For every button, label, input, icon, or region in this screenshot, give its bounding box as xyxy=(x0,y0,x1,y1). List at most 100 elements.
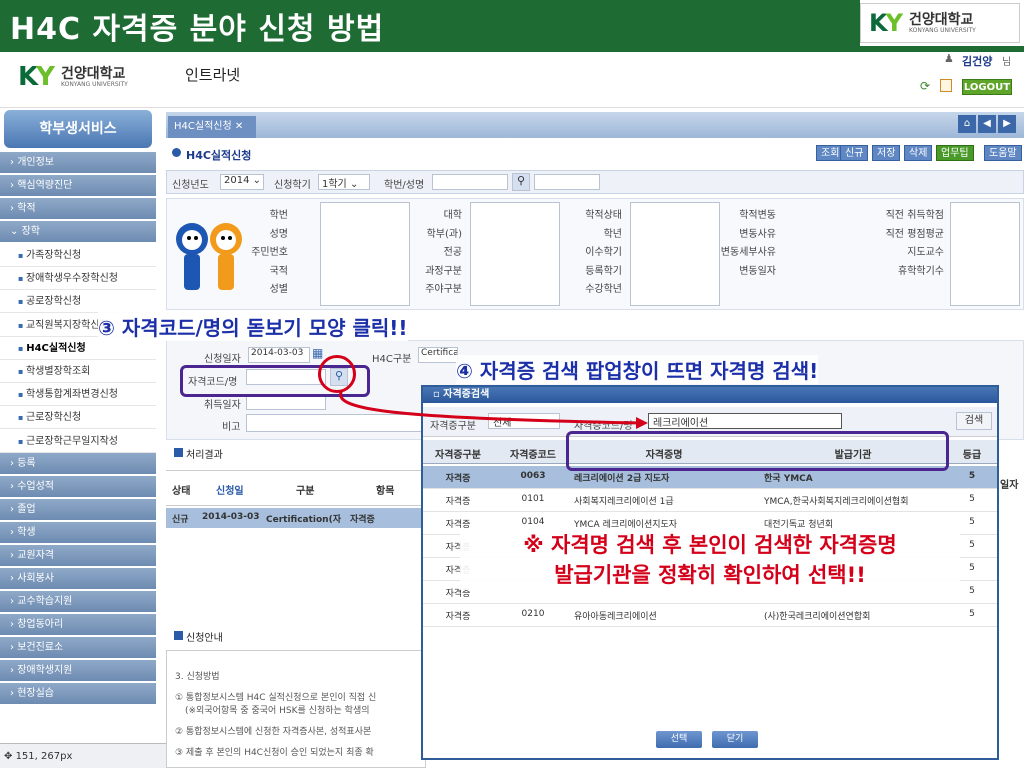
remark-label: 비고 xyxy=(222,422,241,433)
popup-cell: 자격증 xyxy=(445,474,471,484)
logo-text: 건양대학교 xyxy=(909,11,974,28)
sidebar-item[interactable]: › 학적 xyxy=(0,198,156,220)
next-icon[interactable]: ▶ xyxy=(998,115,1016,133)
sidebar-item[interactable]: › 등록 xyxy=(0,452,156,475)
annotation-step3: ③ 자격코드/명의 돋보기 모양 클릭!! xyxy=(98,312,408,341)
sidebar-item[interactable]: › 장애학생지원 xyxy=(0,659,156,682)
refresh-icon[interactable]: ⟳ xyxy=(920,79,930,93)
user-suffix: 님 xyxy=(1002,57,1012,68)
info-label: 지도교수 xyxy=(907,247,944,258)
popup-row[interactable]: 자격증 0210 유아아동레크리에이션 (사)한국레크리에이션연합회 5 xyxy=(423,604,997,627)
popup-select-button[interactable]: 선택 xyxy=(656,731,702,748)
sidebar-item[interactable]: 가족장학신청 xyxy=(0,244,156,267)
info-label: 주야구분 xyxy=(425,284,462,295)
slide-title: H4C 자격증 분야 신청 방법 xyxy=(0,0,860,47)
result-bullet-icon xyxy=(174,448,183,457)
result-col-item: 항목 xyxy=(376,486,395,497)
logo-en: KONYANG UNIVERSITY xyxy=(909,26,976,34)
sidebar-item-label: H4C실적신청 xyxy=(26,342,86,354)
sidebar-item[interactable]: › 졸업 xyxy=(0,498,156,521)
sidebar-item-label: 장학 xyxy=(21,226,40,237)
sidebar-item[interactable]: › 학생 xyxy=(0,521,156,544)
sidebar-item[interactable]: 공로장학신청 xyxy=(0,290,156,314)
guide-line: ① 통합정보시스템 H4C 실적신청으로 본인이 직접 신 xyxy=(175,693,377,703)
popup-close-button[interactable]: 닫기 xyxy=(712,731,758,748)
info-label: 변동일자 xyxy=(739,265,776,277)
tab-label: H4C실적신청 xyxy=(174,121,232,132)
student-name-input[interactable] xyxy=(534,174,600,190)
sidebar-item-label: 등록 xyxy=(17,457,36,469)
toolbar-button[interactable]: 신규 xyxy=(840,145,869,161)
popup-cell: YMCA 레크리에이션지도자 xyxy=(574,520,678,530)
info-value-box xyxy=(320,202,410,306)
toolbar-button[interactable]: 업무팁 xyxy=(936,145,974,161)
info-label: 변동사유 xyxy=(739,228,776,240)
sidebar-item[interactable]: › 핵심역량진단 xyxy=(0,175,156,197)
sidebar-item[interactable]: ⌄ 장학 xyxy=(0,221,156,243)
app-logo[interactable]: KY 건양대학교 KONYANG UNIVERSITY xyxy=(18,62,128,92)
h4c-type-select[interactable]: Certifica xyxy=(418,347,458,363)
prev-icon[interactable]: ◀ xyxy=(978,115,996,133)
sidebar-item-label: 교직원복지장학신청 xyxy=(25,319,109,331)
toolbar-button[interactable]: 저장 xyxy=(872,145,901,161)
sidebar-item[interactable]: 학생별장학조회 xyxy=(0,360,156,383)
sidebar-item[interactable]: › 현장실습 xyxy=(0,682,156,705)
popup-cell: 한국 YMCA xyxy=(764,474,813,484)
toolbar-button[interactable]: 삭제 xyxy=(904,145,933,161)
sidebar-item[interactable]: › 사회봉사 xyxy=(0,567,156,590)
sidebar-item-label: 근로장학신청 xyxy=(25,412,82,424)
sidebar-item[interactable]: 학생통합계좌변경신청 xyxy=(0,383,156,407)
result-type: Certification(자 xyxy=(266,515,341,525)
info-label: 변동세부사유 xyxy=(720,247,776,258)
result-col-extra: 일자 xyxy=(1000,480,1019,491)
popup-cell: 0101 xyxy=(521,494,545,504)
memo-icon[interactable] xyxy=(940,79,952,92)
user-name: 김건양 xyxy=(962,55,993,68)
sidebar-item[interactable]: › 교원자격 xyxy=(0,544,156,567)
sidebar-item-label: 개인정보 xyxy=(17,157,54,168)
popup-keyword-input[interactable]: 레크리에이션 xyxy=(648,413,842,429)
popup-col-code: 자격증코드 xyxy=(510,450,556,461)
tab-h4c[interactable]: H4C실적신청 ✕ xyxy=(168,116,256,138)
sidebar-item[interactable]: › 창업동아리 xyxy=(0,613,156,636)
popup-cell: 레크리에이션 2급 지도자 xyxy=(574,474,670,484)
sidebar-item[interactable]: 근로장학신청 xyxy=(0,406,156,430)
year-select[interactable]: 2014 ⌄ xyxy=(220,174,264,190)
toolbar-button[interactable]: 도움말 xyxy=(984,145,1022,161)
calendar-icon[interactable]: ▦ xyxy=(312,346,323,360)
info-value-box xyxy=(950,202,1020,306)
student-id-input[interactable] xyxy=(432,174,508,190)
date-label: 신청일자 xyxy=(204,354,241,365)
sidebar-item[interactable]: › 수업성적 xyxy=(0,475,156,498)
tab-nav: ⌂ ◀ ▶ xyxy=(958,115,1020,133)
app-logo-en: KONYANG UNIVERSITY xyxy=(60,80,128,88)
student-search-icon[interactable]: ⚲ xyxy=(512,173,530,191)
sidebar-item[interactable]: › 보건진료소 xyxy=(0,636,156,659)
home-icon[interactable]: ⌂ xyxy=(958,115,976,133)
popup-row[interactable]: 자격증 0101 사회복지레크리에이션 1급 YMCA,한국사회복지레크리에이션협회 5 xyxy=(423,489,997,512)
sidebar-item[interactable]: › 교수학습지원 xyxy=(0,590,156,613)
info-label: 직전 취득학점 xyxy=(885,210,944,221)
result-date: 2014-03-03 xyxy=(202,512,260,522)
app-logo-text: 건양대학교 xyxy=(60,65,126,82)
sidebar-item-label: 장애학생지원 xyxy=(17,664,73,676)
date-input[interactable]: 2014-03-03 xyxy=(248,347,310,363)
heading-bullet-icon xyxy=(172,148,181,157)
sidebar-item[interactable]: 근로장학근무일지작성 xyxy=(0,429,156,453)
term-select[interactable]: 1학기 ⌄ xyxy=(318,174,370,190)
user-icon: ♟ xyxy=(944,52,954,65)
h4c-type-label: H4C구분 xyxy=(372,354,412,365)
sidebar-item[interactable]: › 개인정보 xyxy=(0,152,156,174)
info-label: 주민번호 xyxy=(251,247,288,258)
popup-cell: 0104 xyxy=(521,517,545,527)
sidebar-item-label: 학생통합계좌변경신청 xyxy=(25,389,118,401)
popup-search-button[interactable]: 검색 xyxy=(956,412,992,430)
logout-button[interactable]: LOGOUT xyxy=(962,79,1012,95)
popup-cell: 자격증 xyxy=(445,497,471,507)
highlight-search-circle xyxy=(318,355,356,393)
sidebar-item[interactable]: 장애학생우수장학신청 xyxy=(0,267,156,291)
guide-heading: 신청안내 xyxy=(186,633,223,644)
intranet-label: 인트라넷 xyxy=(185,66,241,84)
year-label: 신청년도 xyxy=(172,180,209,191)
popup-cell: 5 xyxy=(969,494,975,504)
